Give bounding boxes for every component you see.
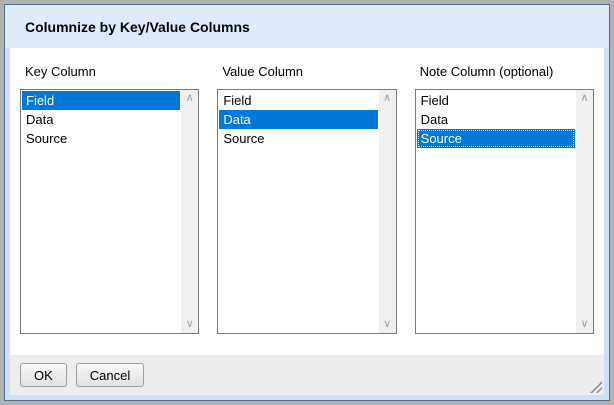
scroll-down-icon[interactable]: ∨ xyxy=(379,316,396,333)
dialog-footer: OK Cancel xyxy=(10,355,604,395)
ok-button[interactable]: OK xyxy=(20,363,67,387)
list-item[interactable]: Data xyxy=(22,110,180,129)
listbox-items: FieldDataSource xyxy=(22,91,180,148)
column-picker: Value Column FieldDataSource ∧ ∨ xyxy=(217,62,396,334)
scroll-up-icon[interactable]: ∧ xyxy=(379,90,396,107)
scrollbar[interactable]: ∧ ∨ xyxy=(379,90,396,333)
column-picker: Note Column (optional) FieldDataSource ∧… xyxy=(415,62,594,334)
list-item[interactable]: Field xyxy=(417,91,575,110)
listbox[interactable]: FieldDataSource ∧ ∨ xyxy=(217,89,396,334)
column-picker: Key Column FieldDataSource ∧ ∨ xyxy=(20,62,199,334)
column-label: Note Column (optional) xyxy=(420,64,594,79)
listbox[interactable]: FieldDataSource ∧ ∨ xyxy=(415,89,594,334)
list-item[interactable]: Data xyxy=(219,110,377,129)
list-item[interactable]: Source xyxy=(22,129,180,148)
scrollbar[interactable]: ∧ ∨ xyxy=(181,90,198,333)
list-item[interactable]: Field xyxy=(22,91,180,110)
cancel-button[interactable]: Cancel xyxy=(76,363,144,387)
list-item[interactable]: Source xyxy=(417,129,575,148)
scroll-up-icon[interactable]: ∧ xyxy=(181,90,198,107)
listbox[interactable]: FieldDataSource ∧ ∨ xyxy=(20,89,199,334)
listbox-items: FieldDataSource xyxy=(417,91,575,148)
list-item[interactable]: Field xyxy=(219,91,377,110)
column-pickers: Key Column FieldDataSource ∧ ∨ Value Col… xyxy=(20,62,594,334)
desktop-background: Columnize by Key/Value Columns Key Colum… xyxy=(0,0,614,405)
scroll-down-icon[interactable]: ∨ xyxy=(576,316,593,333)
column-label: Value Column xyxy=(222,64,396,79)
list-item[interactable]: Source xyxy=(219,129,377,148)
column-label: Key Column xyxy=(25,64,199,79)
scroll-up-icon[interactable]: ∧ xyxy=(576,90,593,107)
dialog-title: Columnize by Key/Value Columns xyxy=(5,5,609,48)
dialog-body: Key Column FieldDataSource ∧ ∨ Value Col… xyxy=(10,48,604,395)
list-item[interactable]: Data xyxy=(417,110,575,129)
scrollbar[interactable]: ∧ ∨ xyxy=(576,90,593,333)
dialog-content: Key Column FieldDataSource ∧ ∨ Value Col… xyxy=(10,48,604,355)
columnize-dialog: Columnize by Key/Value Columns Key Colum… xyxy=(4,4,610,401)
listbox-items: FieldDataSource xyxy=(219,91,377,148)
resize-grip-icon[interactable] xyxy=(590,381,602,393)
scroll-down-icon[interactable]: ∨ xyxy=(181,316,198,333)
